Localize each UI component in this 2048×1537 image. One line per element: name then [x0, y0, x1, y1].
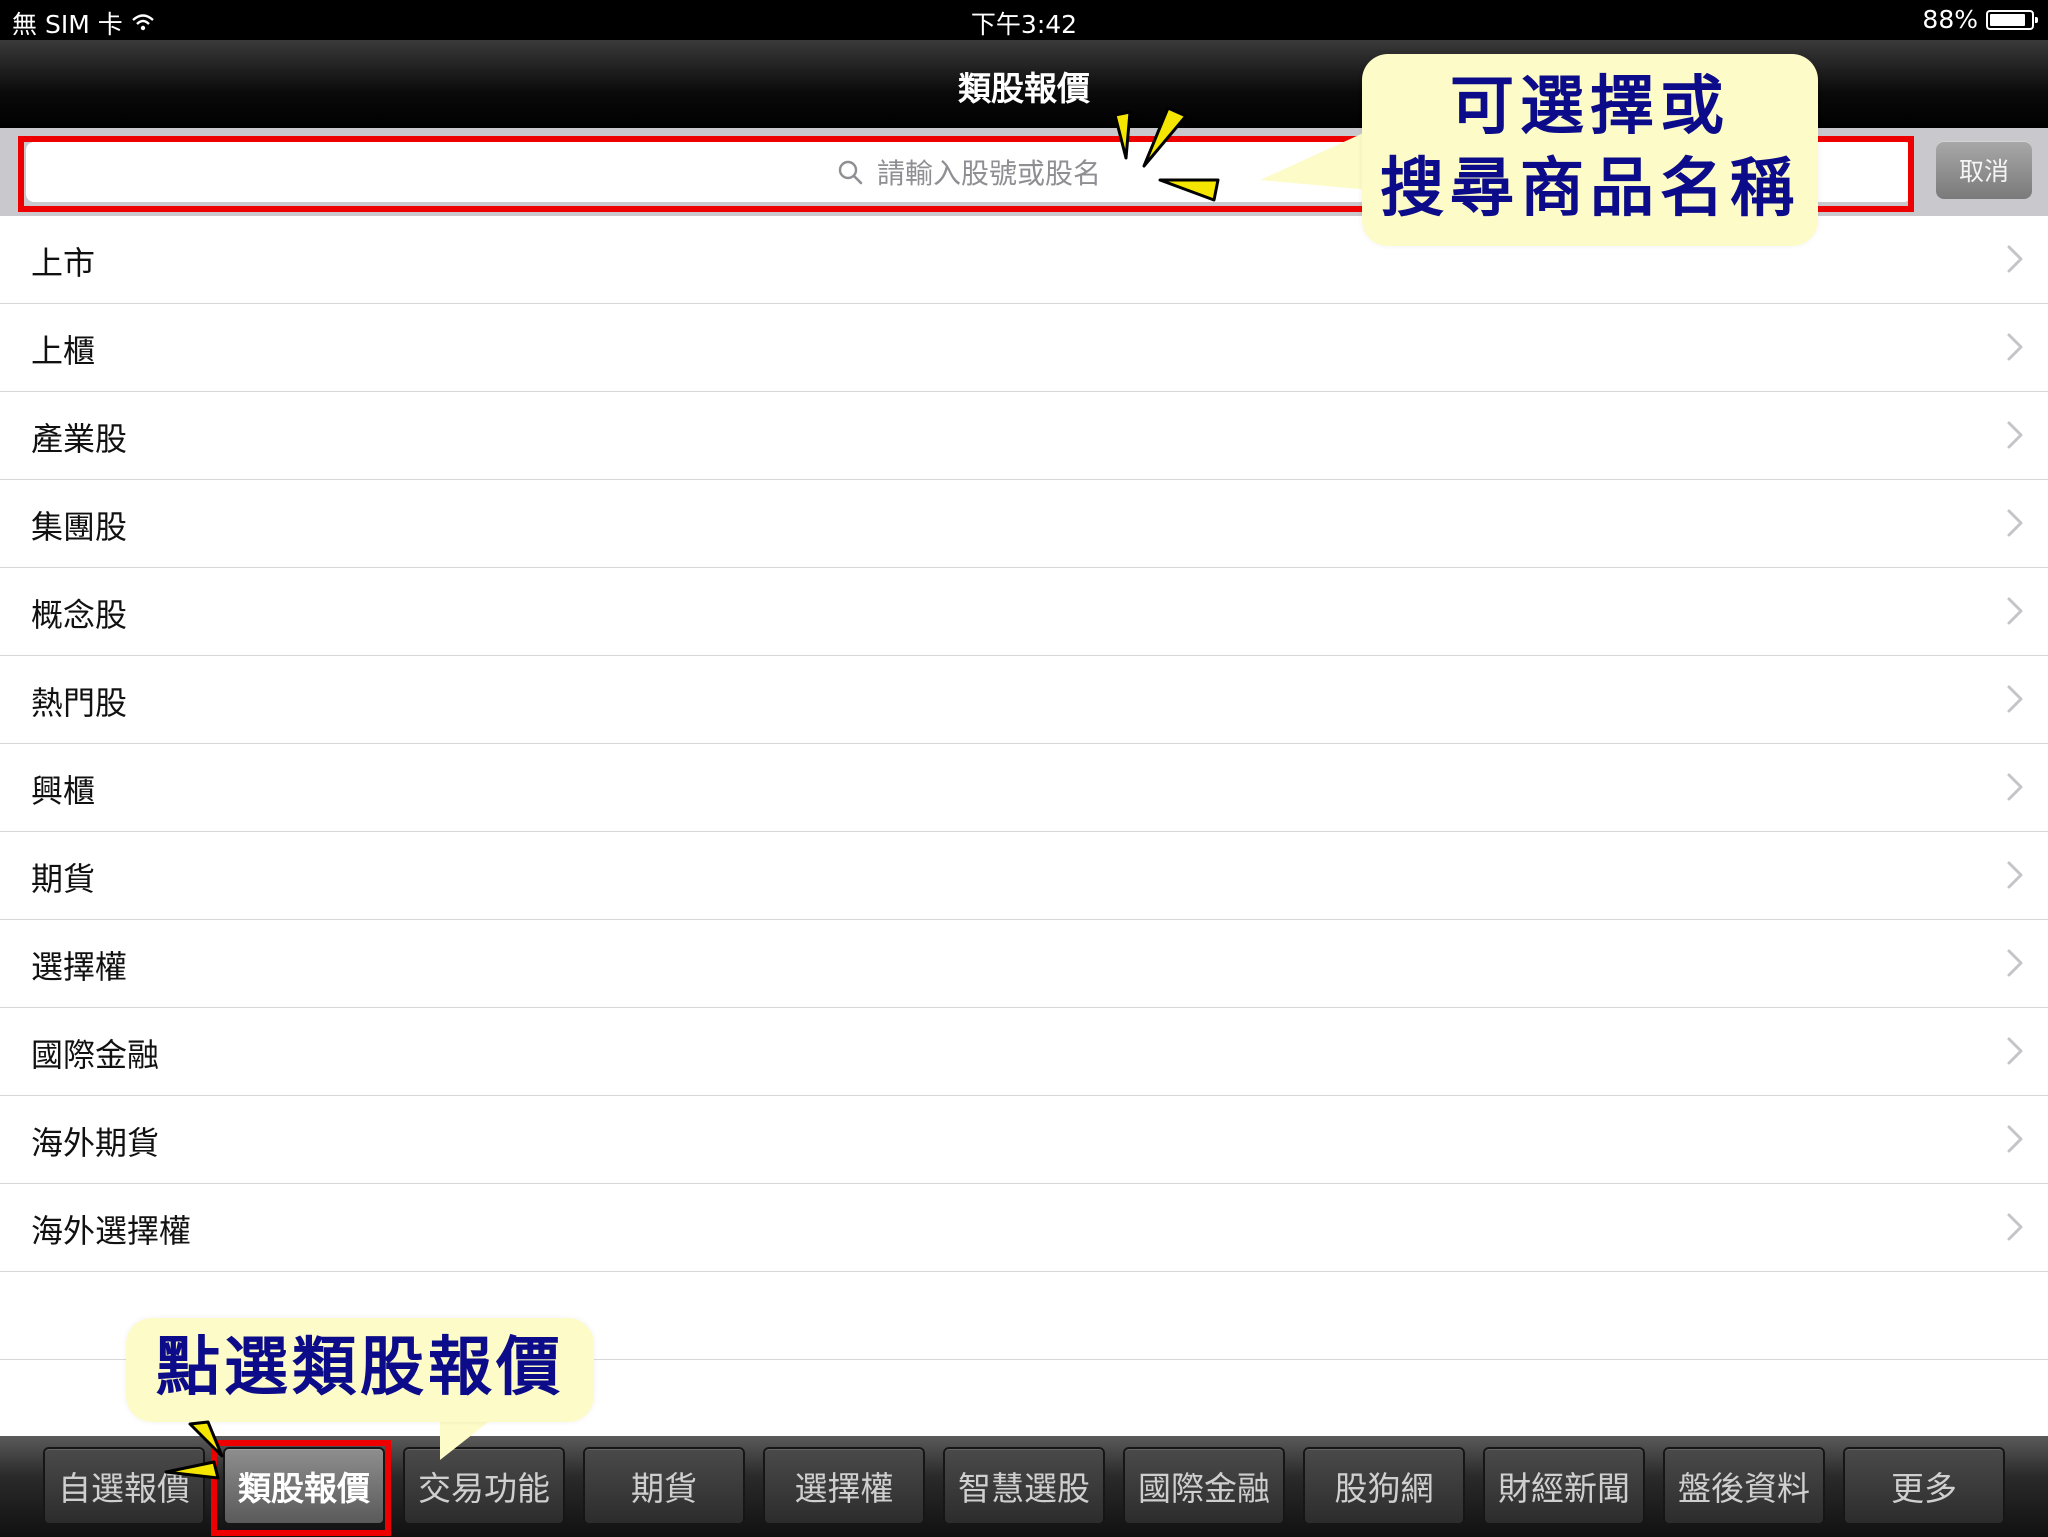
search-icon [837, 159, 863, 185]
bottom-toolbar: 自選報價 類股報價 交易功能 期貨 選擇權 智慧選股 國際金融 股狗網 財經新聞 盤後資料 更多 [0, 1436, 2048, 1537]
list-item[interactable]: 熱門股 [0, 656, 2048, 744]
list-item-label: 海外期貨 [31, 1124, 160, 1162]
tab-button[interactable]: 交易功能 [403, 1447, 565, 1525]
battery-icon [1986, 9, 2038, 30]
list-item[interactable]: 上櫃 [0, 304, 2048, 392]
tab-callout: 點選類股報價 [126, 1318, 594, 1422]
chevron-right-icon [2006, 332, 2024, 366]
list-item-label: 期貨 [31, 860, 96, 898]
list-item[interactable]: 興櫃 [0, 744, 2048, 832]
tab-button[interactable]: 類股報價 [223, 1447, 385, 1525]
list-item-label: 上市 [31, 244, 96, 282]
list-item-label: 海外選擇權 [31, 1212, 192, 1250]
chevron-right-icon [2006, 244, 2024, 278]
list-item[interactable]: 海外期貨 [0, 1096, 2048, 1184]
list-item[interactable]: 選擇權 [0, 920, 2048, 1008]
status-right: 88% [1922, 5, 2038, 34]
chevron-right-icon [2006, 1212, 2024, 1246]
chevron-right-icon [2006, 772, 2024, 806]
chevron-right-icon [2006, 1124, 2024, 1158]
category-list: 上市上櫃產業股集團股概念股熱門股興櫃期貨選擇權國際金融海外期貨海外選擇權 [0, 216, 2048, 1448]
chevron-right-icon [2006, 420, 2024, 454]
list-item[interactable]: 產業股 [0, 392, 2048, 480]
list-item[interactable]: 國際金融 [0, 1008, 2048, 1096]
list-item-label: 國際金融 [31, 1036, 160, 1074]
list-item-label: 興櫃 [31, 772, 96, 810]
chevron-right-icon [2006, 684, 2024, 718]
tab-button[interactable]: 更多 [1843, 1447, 2005, 1525]
search-placeholder: 請輸入股號或股名 [876, 157, 1101, 190]
list-item[interactable]: 集團股 [0, 480, 2048, 568]
tab-button[interactable]: 財經新聞 [1483, 1447, 1645, 1525]
battery-percent: 88% [1922, 5, 1978, 34]
search-callout: 可選擇或 搜尋商品名稱 [1362, 54, 1818, 246]
chevron-right-icon [2006, 948, 2024, 982]
list-item[interactable]: 期貨 [0, 832, 2048, 920]
cancel-button[interactable]: 取消 [1936, 141, 2032, 199]
tab-button[interactable]: 期貨 [583, 1447, 745, 1525]
tab-button[interactable]: 選擇權 [763, 1447, 925, 1525]
tab-button[interactable]: 自選報價 [43, 1447, 205, 1525]
status-bar: 無 SIM 卡 下午3:42 88% [0, 0, 2048, 40]
list-item-label: 上櫃 [31, 332, 96, 370]
chevron-right-icon [2006, 860, 2024, 894]
search-callout-line1: 可選擇或 [1450, 69, 1730, 144]
chevron-right-icon [2006, 508, 2024, 542]
tab-button[interactable]: 國際金融 [1123, 1447, 1285, 1525]
list-item-label: 集團股 [31, 508, 128, 546]
tab-button[interactable]: 盤後資料 [1663, 1447, 1825, 1525]
tab-button[interactable]: 股狗網 [1303, 1447, 1465, 1525]
list-item-label: 熱門股 [31, 684, 128, 722]
list-item[interactable]: 概念股 [0, 568, 2048, 656]
status-time: 下午3:42 [970, 10, 1078, 39]
list-item-label: 概念股 [31, 596, 128, 634]
list-item-label: 產業股 [31, 420, 128, 458]
chevron-right-icon [2006, 1036, 2024, 1070]
list-item[interactable]: 海外選擇權 [0, 1184, 2048, 1272]
chevron-right-icon [2006, 596, 2024, 630]
search-callout-line2: 搜尋商品名稱 [1380, 151, 1800, 226]
list-item-label: 選擇權 [31, 948, 128, 986]
tab-button[interactable]: 智慧選股 [943, 1447, 1105, 1525]
